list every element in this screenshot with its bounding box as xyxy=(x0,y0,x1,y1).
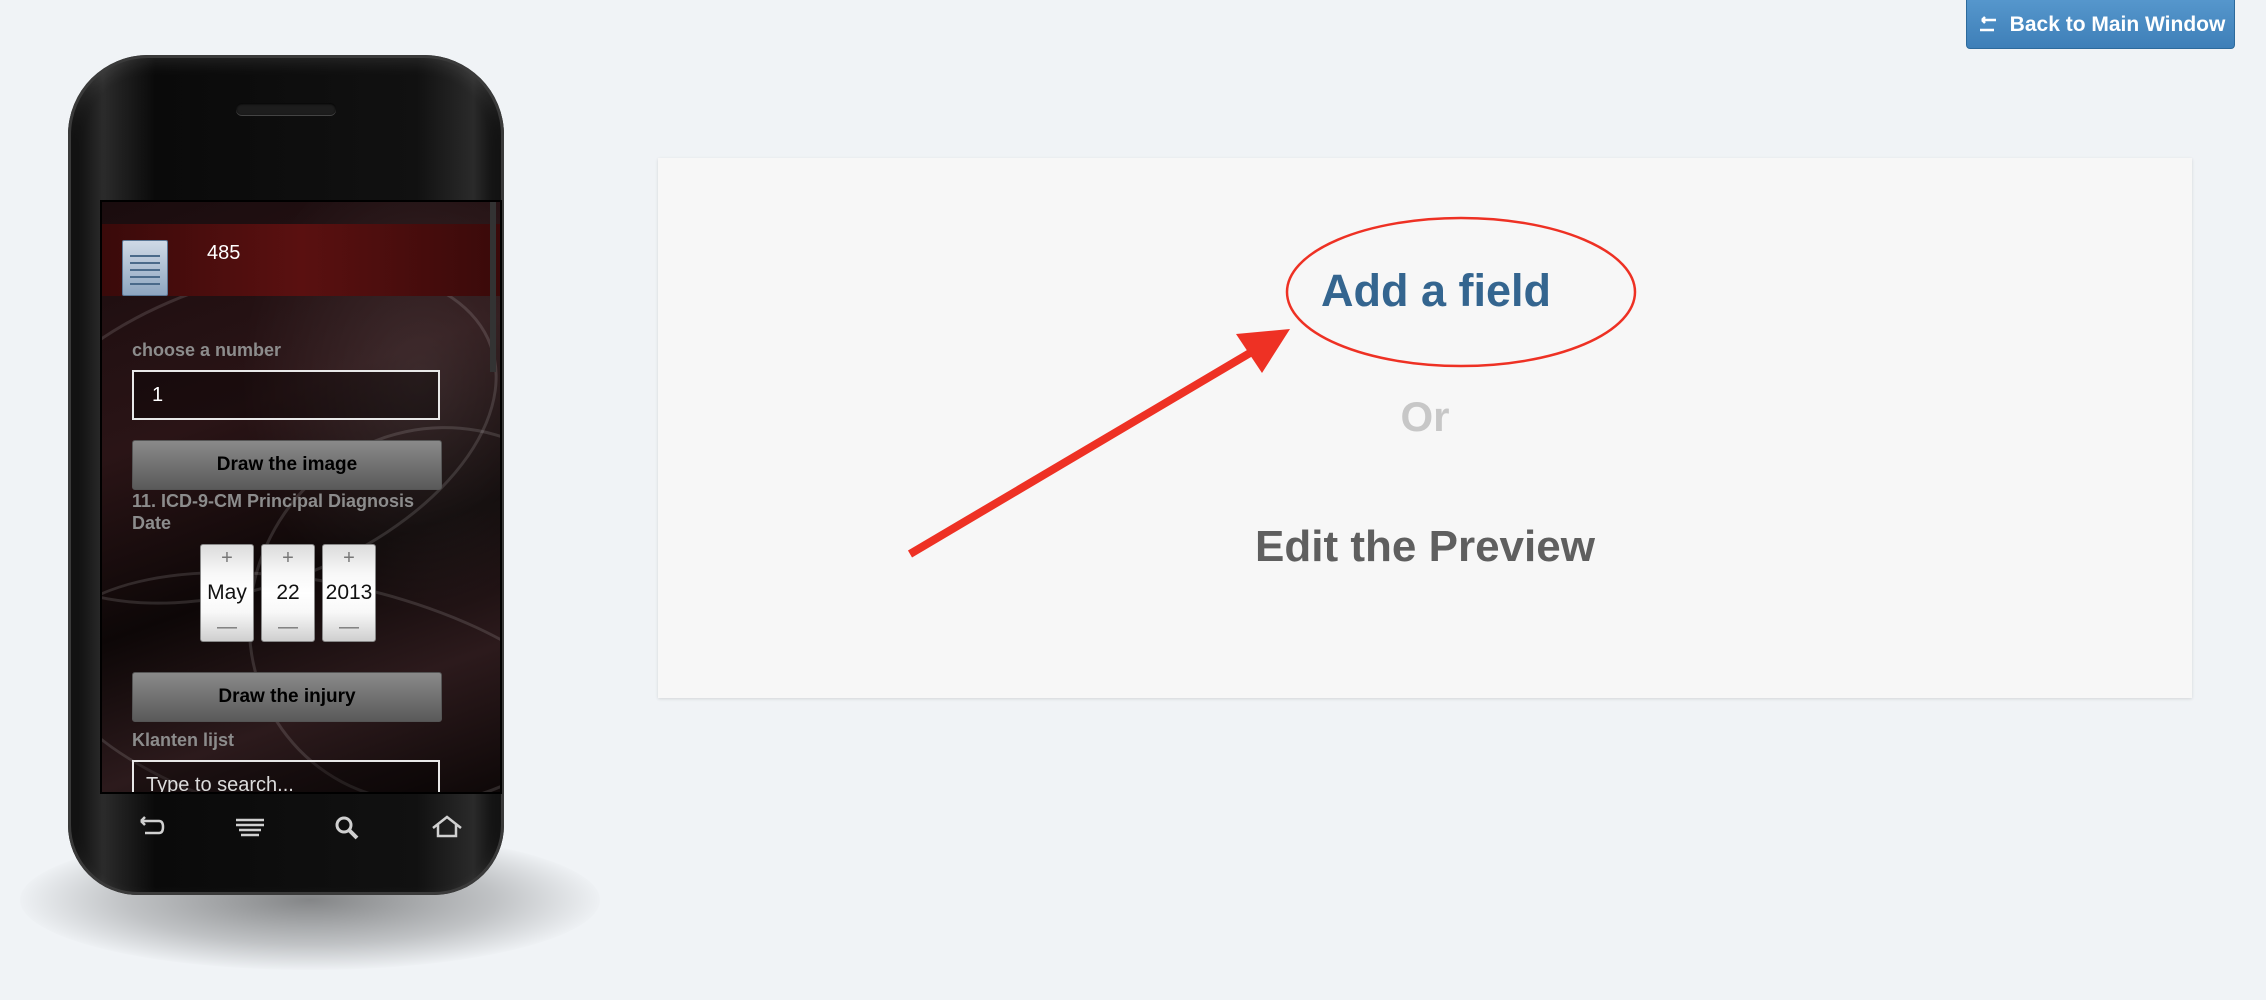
month-stepper[interactable]: + May — xyxy=(200,544,254,642)
day-value: 22 xyxy=(276,581,300,604)
month-plus-button[interactable]: + xyxy=(201,547,253,570)
year-plus-button[interactable]: + xyxy=(323,547,375,570)
diagnosis-date-label: 11. ICD-9-CM Principal Diagnosis Date xyxy=(132,491,415,533)
day-plus-button[interactable]: + xyxy=(262,547,314,570)
choose-number-label: choose a number xyxy=(132,340,282,360)
edit-preview-link[interactable]: Edit the Preview xyxy=(658,522,2192,572)
add-field-link[interactable]: Add a field xyxy=(1321,265,1551,317)
draw-injury-button[interactable]: Draw the injury xyxy=(132,672,442,722)
draw-image-button[interactable]: Draw the image xyxy=(132,440,442,490)
document-icon xyxy=(122,240,168,296)
year-value: 2013 xyxy=(325,581,373,604)
back-to-main-window-button[interactable]: Back to Main Window xyxy=(1966,0,2235,49)
menu-icon[interactable] xyxy=(233,815,267,846)
phone-scrollbar[interactable] xyxy=(490,202,496,372)
day-minus-button[interactable]: — xyxy=(262,616,314,639)
or-separator: Or xyxy=(1400,393,1450,440)
back-button-label: Back to Main Window xyxy=(2009,12,2226,36)
home-icon[interactable] xyxy=(429,814,465,847)
phone-navigation-bar xyxy=(100,795,498,865)
back-icon[interactable] xyxy=(133,815,167,846)
customer-list-label: Klanten lijst xyxy=(132,730,235,750)
phone-screen: 485 choose a number 1 Draw the image 11.… xyxy=(100,200,502,794)
search-icon[interactable] xyxy=(333,814,363,847)
customer-search-input[interactable]: Type to search... xyxy=(132,760,440,792)
app-title: 485 xyxy=(207,242,241,264)
year-minus-button[interactable]: — xyxy=(323,616,375,639)
month-minus-button[interactable]: — xyxy=(201,616,253,639)
day-stepper[interactable]: + 22 — xyxy=(261,544,315,642)
year-stepper[interactable]: + 2013 — xyxy=(322,544,376,642)
preview-card: Add a field Or Edit the Preview xyxy=(658,158,2192,698)
return-arrow-icon xyxy=(1979,15,1996,31)
choose-number-input[interactable]: 1 xyxy=(132,370,440,420)
phone-speaker xyxy=(236,103,336,115)
month-value: May xyxy=(207,581,247,604)
